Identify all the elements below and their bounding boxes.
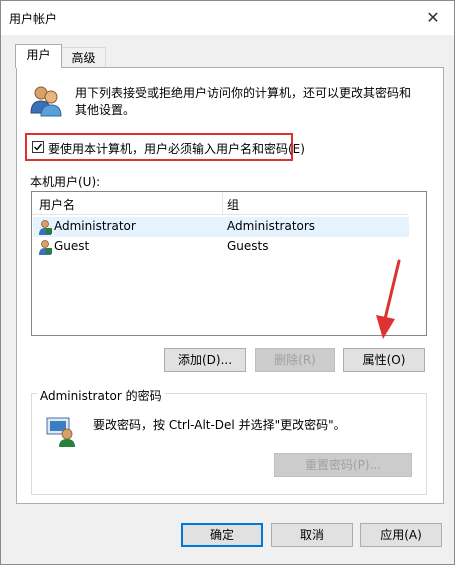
- cancel-button[interactable]: 取消: [271, 523, 353, 547]
- arrow-annotation: [376, 259, 401, 339]
- description-text: 用下列表接受或拒绝用户访问你的计算机，还可以更改其密码和其他设置。: [75, 86, 412, 117]
- ok-button[interactable]: 确定: [181, 523, 263, 547]
- column-header-username[interactable]: 用户名: [39, 196, 75, 213]
- cell-group: Guests: [227, 239, 269, 253]
- local-users-label: 本机用户(U):: [30, 175, 101, 189]
- properties-button[interactable]: 属性(O): [343, 348, 425, 372]
- cell-username: Guest: [54, 239, 90, 253]
- add-user-button[interactable]: 添加(D)...: [164, 348, 246, 372]
- tab-advanced[interactable]: 高级: [61, 47, 106, 68]
- apply-button[interactable]: 应用(A): [360, 523, 442, 547]
- password-groupbox: [31, 393, 427, 495]
- user-icon: [39, 220, 52, 235]
- title-bar: 用户帐户 ✕: [1, 1, 454, 35]
- close-icon[interactable]: ✕: [420, 5, 446, 31]
- list-row[interactable]: Administrator Administrators: [33, 217, 409, 237]
- tab-users[interactable]: 用户: [15, 44, 62, 68]
- require-login-checkbox[interactable]: [32, 141, 44, 153]
- users-icon: [30, 86, 62, 117]
- window-title: 用户帐户: [9, 12, 58, 26]
- list-row[interactable]: Guest Guests: [33, 237, 409, 257]
- column-header-group[interactable]: 组: [227, 196, 239, 213]
- user-icon: [39, 240, 52, 255]
- cell-username: Administrator: [54, 219, 136, 233]
- password-group-title: Administrator 的密码: [37, 387, 165, 404]
- password-user-icon: [46, 417, 75, 447]
- check-icon: [34, 143, 43, 151]
- password-instruction: 要改密码，按 Ctrl-Alt-Del 并选择"更改密码"。: [93, 418, 346, 432]
- list-header: 用户名 组: [32, 192, 408, 215]
- user-list[interactable]: 用户名 组 Administrator Administrators Guest…: [31, 191, 427, 336]
- reset-password-button[interactable]: 重置密码(P)...: [274, 453, 412, 477]
- remove-user-button[interactable]: 删除(R): [255, 348, 335, 372]
- user-accounts-dialog: 用户帐户 ✕ 用户 高级 用下列表接受或拒绝用户访问你的计算机，还可以更改其密码…: [0, 0, 455, 565]
- require-login-label[interactable]: 要使用本计算机，用户必须输入用户名和密码(E): [48, 140, 305, 157]
- cell-group: Administrators: [227, 219, 316, 233]
- column-divider[interactable]: [222, 192, 223, 214]
